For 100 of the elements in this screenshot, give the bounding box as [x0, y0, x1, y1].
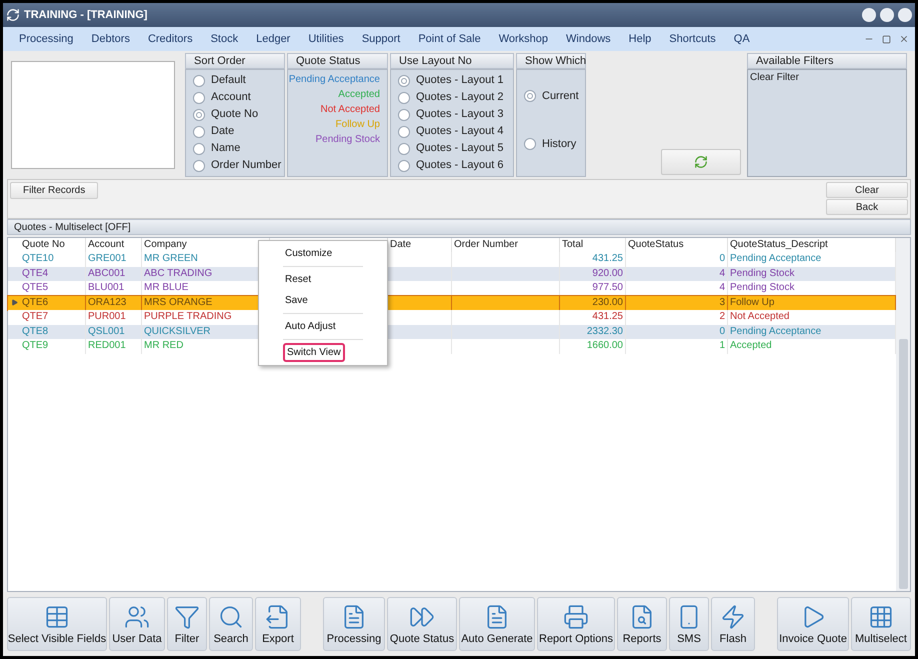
- table-cell: Pending Acceptance: [730, 253, 822, 264]
- group-header: Sort Order: [185, 53, 285, 69]
- menu-item[interactable]: Point of Sale: [412, 30, 487, 48]
- menu-item[interactable]: QA: [728, 30, 756, 48]
- toolbar-button[interactable]: Flash: [711, 597, 755, 651]
- minimize-button[interactable]: [862, 8, 876, 22]
- table-cell: QTE10: [22, 253, 54, 264]
- radio-label: Current: [542, 88, 579, 104]
- filter-list-item[interactable]: Clear Filter: [750, 70, 904, 85]
- toolbar-button[interactable]: Multiselect: [851, 597, 911, 651]
- table-cell: GRE001: [88, 253, 126, 264]
- menu-item[interactable]: Support: [356, 30, 406, 48]
- lightning-icon: [720, 604, 746, 630]
- radio-button[interactable]: [398, 126, 410, 138]
- menu-item[interactable]: Debtors: [85, 30, 136, 48]
- toolbar-button[interactable]: Select Visible Fields: [7, 597, 107, 651]
- table-cell: PURPLE TRADING: [144, 311, 232, 322]
- table-cell: MRS ORANGE: [144, 296, 212, 308]
- menu-item[interactable]: Processing: [13, 30, 80, 48]
- scroll-bar[interactable]: [896, 238, 910, 591]
- radio-button[interactable]: [524, 90, 536, 102]
- filter-records-button[interactable]: Filter Records: [10, 182, 98, 199]
- toolbar-button[interactable]: Processing: [323, 597, 385, 651]
- table-cell: 977.50: [592, 282, 623, 293]
- radio-button[interactable]: [398, 92, 410, 104]
- close-icon[interactable]: [899, 34, 909, 44]
- restore-icon[interactable]: [882, 34, 891, 44]
- radio-button[interactable]: [193, 160, 205, 172]
- app-logo-icon: [6, 8, 20, 22]
- radio-label: Quotes - Layout 5: [416, 141, 504, 156]
- table-cell: QTE9: [22, 340, 48, 351]
- funnel-icon: [174, 604, 200, 630]
- status-legend-label: Pending Acceptance: [288, 73, 380, 87]
- table-cell: ORA123: [88, 296, 126, 308]
- radio-button[interactable]: [193, 126, 205, 138]
- grid-icon: [868, 604, 894, 630]
- table-cell: 0: [719, 253, 725, 264]
- clear-button[interactable]: Clear: [826, 182, 908, 198]
- radio-button[interactable]: [398, 108, 410, 120]
- table-cell: QTE8: [22, 326, 48, 336]
- table-cell: MR GREEN: [144, 253, 198, 264]
- radio-label: Quotes - Layout 3: [416, 107, 504, 122]
- group-header: Quote Status: [287, 53, 388, 69]
- menu-item[interactable]: Creditors: [142, 30, 199, 48]
- radio-button[interactable]: [193, 74, 205, 86]
- toolbar-button[interactable]: SMS: [669, 597, 709, 651]
- back-button[interactable]: Back: [826, 199, 908, 215]
- table-cell: ABC001: [88, 268, 126, 278]
- scroll-thumb[interactable]: [898, 339, 908, 589]
- radio-button[interactable]: [398, 160, 410, 172]
- radio-button[interactable]: [193, 142, 205, 154]
- status-legend-label: Follow Up: [336, 118, 380, 132]
- menu-item[interactable]: Stock: [204, 30, 244, 48]
- table-cell: Pending Stock: [730, 282, 794, 293]
- toolbar-button[interactable]: Filter: [167, 597, 207, 651]
- table-cell: 2332.30: [586, 326, 623, 336]
- toolbar-button[interactable]: Export: [255, 597, 301, 651]
- menu-item[interactable]: Utilities: [302, 30, 350, 48]
- radio-button[interactable]: [193, 108, 205, 120]
- radio-button[interactable]: [193, 92, 205, 104]
- toolbar-button[interactable]: Reports: [617, 597, 667, 651]
- menu-item[interactable]: Shortcuts: [663, 30, 722, 48]
- radio-label: Order Number: [211, 158, 282, 174]
- menu-item[interactable]: Switch View: [283, 343, 345, 362]
- toolbar-button[interactable]: Report Options: [537, 597, 615, 651]
- toolbar-button[interactable]: Search: [209, 597, 253, 651]
- refresh-button[interactable]: [661, 149, 741, 175]
- radio-button[interactable]: [398, 142, 410, 154]
- close-button[interactable]: [898, 8, 912, 22]
- menu-item[interactable]: Save: [283, 293, 310, 308]
- table-cell: 431.25: [592, 311, 623, 322]
- table-cell: 920.00: [592, 268, 623, 278]
- search-icon: [218, 604, 244, 630]
- toolbar-button[interactable]: Auto Generate: [459, 597, 535, 651]
- user-icon: [124, 604, 150, 630]
- radio-label: Quotes - Layout 6: [416, 158, 504, 174]
- radio-button[interactable]: [524, 138, 536, 150]
- table-cell: PUR001: [88, 311, 126, 322]
- table-cell: MR RED: [144, 340, 184, 351]
- table-cell: QSL001: [88, 326, 125, 336]
- table-cell: QTE5: [22, 282, 48, 293]
- table-cell: Follow Up: [730, 296, 774, 308]
- menu-item[interactable]: Ledger: [250, 30, 296, 48]
- menu-item[interactable]: Help: [622, 30, 658, 48]
- row-pointer-icon: [10, 299, 18, 306]
- radio-label: Quotes - Layout 4: [416, 124, 504, 140]
- menu-item[interactable]: Windows: [560, 30, 617, 48]
- radio-label: Quote No: [211, 107, 258, 122]
- toolbar-button[interactable]: Quote Status: [387, 597, 457, 651]
- table-cell: 4: [719, 282, 725, 293]
- grid-title: Quotes - Multiselect [OFF]: [14, 220, 131, 234]
- table-cell: 3: [719, 296, 725, 308]
- toolbar-button[interactable]: Invoice Quote: [777, 597, 849, 651]
- window-title: TRAINING - [TRAINING]: [24, 8, 148, 23]
- radio-button[interactable]: [398, 74, 410, 86]
- table-cell: BLU001: [88, 282, 124, 293]
- toolbar-button[interactable]: User Data: [109, 597, 165, 651]
- maximize-button[interactable]: [880, 8, 894, 22]
- menu-item[interactable]: Workshop: [492, 30, 554, 48]
- radio-label: Date: [211, 124, 234, 140]
